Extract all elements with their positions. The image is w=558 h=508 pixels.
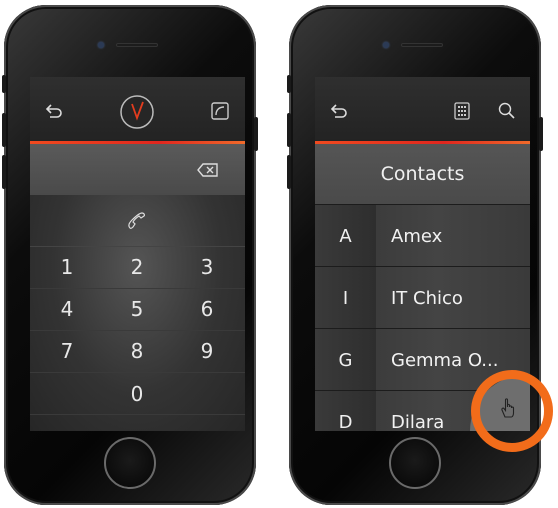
- key-9[interactable]: 9: [173, 330, 241, 372]
- home-button[interactable]: [104, 437, 156, 489]
- clock-logo-icon[interactable]: [119, 94, 155, 130]
- contacts-topbar: [315, 77, 530, 144]
- home-button[interactable]: [389, 437, 441, 489]
- contacts-title: Contacts: [315, 144, 530, 204]
- contact-row[interactable]: I IT Chico: [315, 266, 530, 329]
- contact-index-letter: A: [315, 205, 376, 267]
- key-3[interactable]: 3: [173, 246, 241, 288]
- earpiece-speaker: [401, 43, 443, 47]
- contact-index-letter: I: [315, 267, 376, 329]
- key-0[interactable]: 0: [103, 373, 171, 415]
- front-camera: [383, 42, 389, 48]
- key-2[interactable]: 2: [103, 246, 171, 288]
- volume-up-button: [287, 113, 291, 147]
- volume-down-button: [287, 155, 291, 189]
- power-button: [539, 117, 543, 151]
- dialer-topbar: [30, 77, 245, 144]
- power-button: [254, 117, 258, 151]
- backspace-icon[interactable]: [195, 160, 221, 180]
- front-camera: [98, 42, 104, 48]
- key-4[interactable]: 4: [33, 288, 101, 330]
- contact-row[interactable]: A Amex: [315, 204, 530, 267]
- dialer-screen: 1 2 3 4 5 6 7 8 9 0: [30, 77, 245, 431]
- earpiece-speaker: [116, 43, 158, 47]
- handset-icon[interactable]: [124, 209, 150, 233]
- highlight-ring: [471, 370, 553, 452]
- mute-switch: [287, 75, 291, 93]
- back-arrow-icon[interactable]: [327, 99, 351, 123]
- call-row: [30, 195, 245, 247]
- dialer-number-display: [30, 144, 245, 195]
- volume-down-button: [2, 155, 6, 189]
- phone-dialer: 1 2 3 4 5 6 7 8 9 0: [2, 5, 258, 505]
- phone-minimize-icon[interactable]: [208, 99, 232, 123]
- contact-index-letter: D: [315, 391, 376, 431]
- volume-up-button: [2, 113, 6, 147]
- search-icon[interactable]: [495, 99, 519, 123]
- contact-name: Amex: [376, 205, 530, 267]
- dial-keypad: 1 2 3 4 5 6 7 8 9 0: [30, 195, 245, 431]
- mute-switch: [2, 75, 6, 93]
- key-7[interactable]: 7: [33, 330, 101, 372]
- key-5[interactable]: 5: [103, 288, 171, 330]
- back-arrow-icon[interactable]: [42, 99, 66, 123]
- key-8[interactable]: 8: [103, 330, 171, 372]
- keypad-icon[interactable]: [451, 99, 473, 123]
- key-6[interactable]: 6: [173, 288, 241, 330]
- contact-name: IT Chico: [376, 267, 530, 329]
- contact-index-letter: G: [315, 329, 376, 391]
- key-1[interactable]: 1: [33, 246, 101, 288]
